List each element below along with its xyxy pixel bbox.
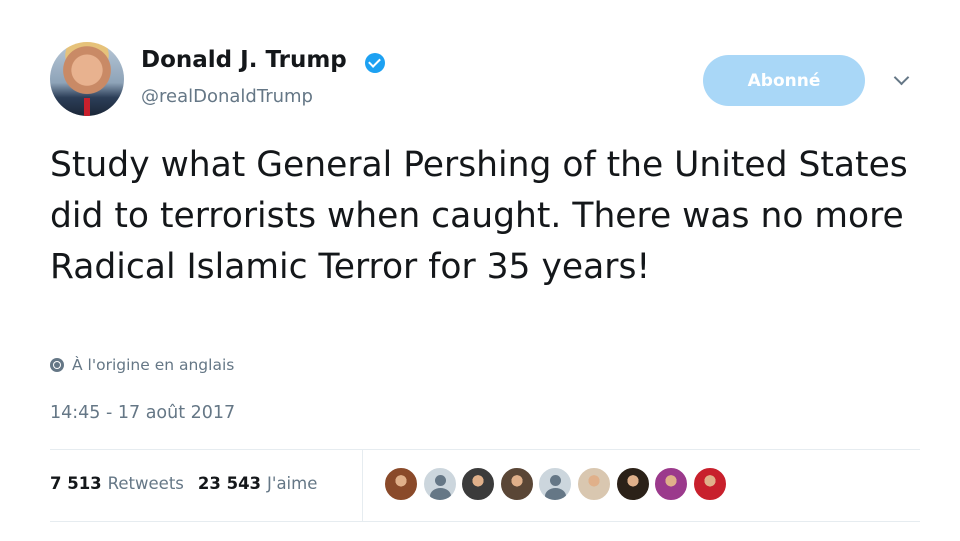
author-avatar[interactable] (50, 42, 124, 116)
liker-avatar[interactable] (422, 467, 457, 501)
liker-avatar[interactable] (615, 467, 650, 501)
tweet-stats: 7 513 Retweets 23 543 J'aime (50, 474, 331, 493)
verified-badge-icon (365, 53, 385, 73)
author-handle[interactable]: @realDonaldTrump (141, 86, 313, 107)
translation-note[interactable]: À l'origine en anglais (50, 356, 234, 374)
globe-icon (50, 358, 64, 372)
liker-avatar[interactable] (576, 467, 611, 501)
liker-avatar[interactable] (654, 467, 689, 501)
liker-avatar[interactable] (461, 467, 496, 501)
liker-avatars (384, 467, 731, 501)
likes-label[interactable]: J'aime (267, 474, 317, 493)
translation-note-label: À l'origine en anglais (72, 356, 235, 374)
tweet-timestamp[interactable]: 14:45 - 17 août 2017 (50, 403, 235, 423)
author-display-name[interactable]: Donald J. Trump (141, 47, 347, 73)
tweet-text: Study what General Pershing of the Unite… (50, 145, 908, 287)
divider (50, 521, 920, 522)
divider (362, 449, 363, 521)
liker-avatar[interactable] (692, 467, 727, 501)
chevron-down-icon[interactable] (893, 69, 910, 86)
likes-count[interactable]: 23 543 (198, 474, 261, 493)
liker-avatar[interactable] (499, 467, 534, 501)
retweets-label[interactable]: Retweets (108, 474, 184, 493)
divider (50, 449, 920, 450)
retweets-count[interactable]: 7 513 (50, 474, 102, 493)
following-button[interactable]: Abonné (703, 55, 865, 106)
liker-avatar[interactable] (384, 467, 418, 501)
liker-avatar[interactable] (538, 467, 573, 501)
